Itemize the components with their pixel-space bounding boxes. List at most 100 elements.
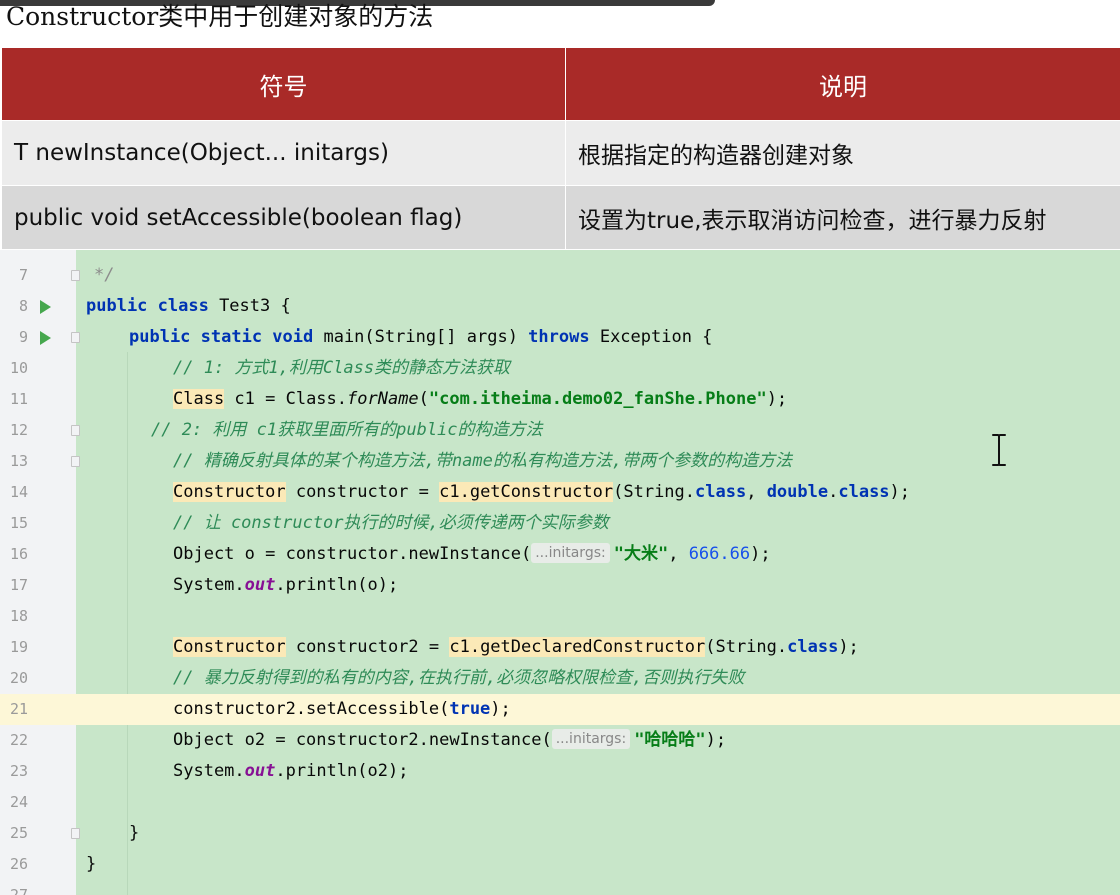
- code-line[interactable]: 9 public static void main(String[] args)…: [0, 322, 1120, 353]
- fold-icon[interactable]: [71, 828, 80, 839]
- keyword: public class: [86, 296, 209, 316]
- fold-icon[interactable]: [71, 270, 80, 281]
- run-icon[interactable]: [40, 300, 51, 314]
- header-description: 说明: [566, 48, 1120, 121]
- code-text: System.: [173, 575, 245, 595]
- closing-brace: }: [86, 854, 97, 874]
- code-line[interactable]: 10 // 1: 方式1,利用Class类的静态方法获取: [0, 353, 1120, 384]
- code-line[interactable]: 12 // 2: 利用 c1获取里面所有的public的构造方法: [0, 415, 1120, 446]
- keyword: class: [695, 482, 747, 502]
- code-editor[interactable]: 7 */ 8 public class Test3 { 9 public sta…: [0, 250, 1120, 895]
- code-line[interactable]: 17 System.out.println(o);: [0, 570, 1120, 601]
- code-line[interactable]: 11 Class c1 = Class.forName("com.itheima…: [0, 384, 1120, 415]
- line-number: 22: [9, 731, 28, 749]
- method-call: c1.getConstructor: [439, 482, 614, 502]
- code-line[interactable]: 13 // 精确反射具体的某个构造方法,带name的私有构造方法,带两个参数的构…: [0, 446, 1120, 477]
- code-line[interactable]: 16 Object o = constructor.newInstance(..…: [0, 539, 1120, 570]
- parameter-hint: ...initargs:: [551, 729, 631, 749]
- comment: // 暴力反射得到的私有的内容,在执行前,必须忽略权限检查,否则执行失败: [173, 668, 745, 688]
- line-number: 21: [9, 700, 28, 718]
- line-number: 11: [9, 390, 28, 408]
- row-description: 根据指定的构造器创建对象: [566, 121, 1120, 186]
- code-text: Object o2 = constructor2.newInstance(: [173, 730, 552, 750]
- line-number: 20: [9, 669, 28, 687]
- header-symbol: 符号: [2, 48, 566, 121]
- method-name: forName: [347, 389, 419, 409]
- code-line[interactable]: 18: [0, 601, 1120, 632]
- method-signature: main(String[] args): [313, 327, 529, 347]
- line-number: 15: [9, 514, 28, 532]
- code-text: .println(o);: [275, 575, 399, 595]
- code-text: );: [705, 730, 727, 750]
- keyword: public static void: [129, 327, 314, 347]
- parameter-hint: ...initargs:: [531, 543, 610, 563]
- code-text: ,: [746, 482, 767, 502]
- code-text: System.: [173, 761, 245, 781]
- code-line[interactable]: 20 // 暴力反射得到的私有的内容,在执行前,必须忽略权限检查,否则执行失败: [0, 663, 1120, 694]
- line-number: 18: [9, 607, 28, 625]
- static-field: out: [244, 761, 276, 781]
- line-number: 24: [9, 793, 28, 811]
- comment-end: */: [94, 265, 115, 285]
- line-number: 17: [9, 576, 28, 594]
- keyword: double: [766, 482, 829, 502]
- keyword: true: [449, 699, 491, 719]
- line-number: 12: [9, 421, 28, 439]
- row-description: 设置为true,表示取消访问检查，进行暴力反射: [566, 186, 1120, 250]
- code-line[interactable]: 19 Constructor constructor2 = c1.getDecl…: [0, 632, 1120, 663]
- code-text: );: [838, 637, 859, 657]
- line-number: 10: [9, 359, 28, 377]
- api-table: 符号 说明 T newInstance(Object... initargs) …: [2, 48, 1120, 250]
- code-line[interactable]: 8 public class Test3 {: [0, 291, 1120, 322]
- string-literal: "com.itheima.demo02_fanShe.Phone": [428, 389, 767, 409]
- code-line[interactable]: 22 Object o2 = constructor2.newInstance(…: [0, 725, 1120, 756]
- code-line[interactable]: 26 }: [0, 849, 1120, 880]
- class-declaration: Test3 {: [208, 296, 291, 316]
- code-text: );: [766, 389, 788, 409]
- type-name: Constructor: [173, 637, 286, 657]
- code-text: );: [750, 544, 771, 564]
- line-number: 7: [18, 266, 28, 284]
- slide-title: Constructor类中用于创建对象的方法: [6, 2, 434, 31]
- code-line-current[interactable]: 21 constructor2.setAccessible(true);: [0, 694, 1120, 725]
- code-text: (String.: [613, 482, 696, 502]
- code-line[interactable]: 15 // 让 constructor执行的时候,必须传递两个实际参数: [0, 508, 1120, 539]
- line-number: 26: [9, 855, 28, 873]
- code-line[interactable]: 14 Constructor constructor = c1.getConst…: [0, 477, 1120, 508]
- keyword: class: [787, 637, 839, 657]
- line-number: 14: [9, 483, 28, 501]
- number-literal: 666.66: [688, 544, 751, 564]
- line-number: 16: [9, 545, 28, 563]
- code-line[interactable]: 23 System.out.println(o2);: [0, 756, 1120, 787]
- code-line[interactable]: 24: [0, 787, 1120, 818]
- line-number: 8: [18, 297, 28, 315]
- table-row: public void setAccessible(boolean flag) …: [2, 186, 1120, 250]
- string-literal: "大米": [613, 544, 669, 564]
- line-number: 23: [9, 762, 28, 780]
- code-text: constructor2.setAccessible(: [173, 699, 450, 719]
- line-number: 19: [9, 638, 28, 656]
- code-line[interactable]: 25 }: [0, 818, 1120, 849]
- fold-icon[interactable]: [71, 456, 80, 467]
- code-text: .: [828, 482, 839, 502]
- line-number: 25: [9, 824, 28, 842]
- code-line[interactable]: 27: [0, 880, 1120, 895]
- code-text: ,: [668, 544, 689, 564]
- comment: // 2: 利用 c1获取里面所有的public的构造方法: [151, 420, 543, 440]
- code-text: (String.: [705, 637, 788, 657]
- line-number: 13: [9, 452, 28, 470]
- code-text: (: [418, 389, 429, 409]
- run-icon[interactable]: [40, 331, 51, 345]
- code-text: Object o = constructor.newInstance(: [173, 544, 532, 564]
- line-number: 27: [9, 886, 28, 895]
- fold-icon[interactable]: [71, 425, 80, 436]
- code-line[interactable]: 7 */: [0, 260, 1120, 291]
- fold-icon[interactable]: [71, 332, 80, 343]
- keyword: throws: [528, 327, 590, 347]
- row-symbol: public void setAccessible(boolean flag): [2, 186, 566, 250]
- code-text: );: [490, 699, 511, 719]
- type-name: Class: [173, 389, 225, 409]
- api-table-header: 符号 说明: [2, 48, 1120, 121]
- keyword: class: [838, 482, 890, 502]
- row-symbol: T newInstance(Object... initargs): [2, 121, 566, 186]
